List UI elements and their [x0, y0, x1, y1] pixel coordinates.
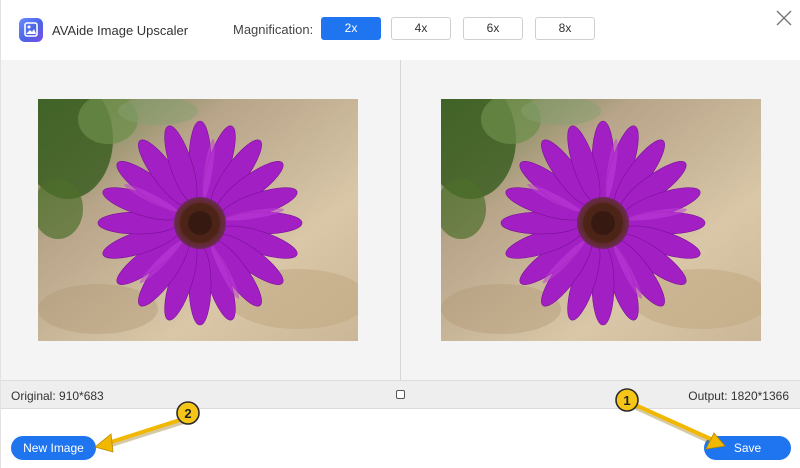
- app-title: AVAide Image Upscaler: [52, 23, 189, 38]
- preview-area: [1, 60, 800, 380]
- upscaler-window: AVAide Image Upscaler Magnification: 2x …: [0, 0, 800, 468]
- image-gallery-icon: [19, 18, 43, 42]
- output-size-label: Output: 1820*1366: [688, 389, 789, 403]
- header-bar: AVAide Image Upscaler Magnification: 2x …: [1, 0, 800, 60]
- magnification-2x-button[interactable]: 2x: [321, 17, 381, 40]
- magnification-label: Magnification:: [233, 22, 314, 37]
- original-image-preview: [38, 99, 358, 341]
- close-icon[interactable]: [775, 9, 793, 27]
- magnification-4x-button[interactable]: 4x: [391, 17, 451, 40]
- original-size-label: Original: 910*683: [11, 389, 104, 403]
- new-image-button[interactable]: New Image: [11, 436, 96, 460]
- save-button[interactable]: Save: [704, 436, 791, 460]
- status-bar: Original: 910*683 Output: 1820*1366: [1, 380, 800, 409]
- magnification-8x-button[interactable]: 8x: [535, 17, 595, 40]
- preview-divider: [400, 60, 401, 380]
- footer-bar: New Image Save: [1, 409, 800, 468]
- compare-toggle-icon[interactable]: [396, 390, 405, 399]
- magnification-6x-button[interactable]: 6x: [463, 17, 523, 40]
- output-image-preview: [441, 99, 761, 341]
